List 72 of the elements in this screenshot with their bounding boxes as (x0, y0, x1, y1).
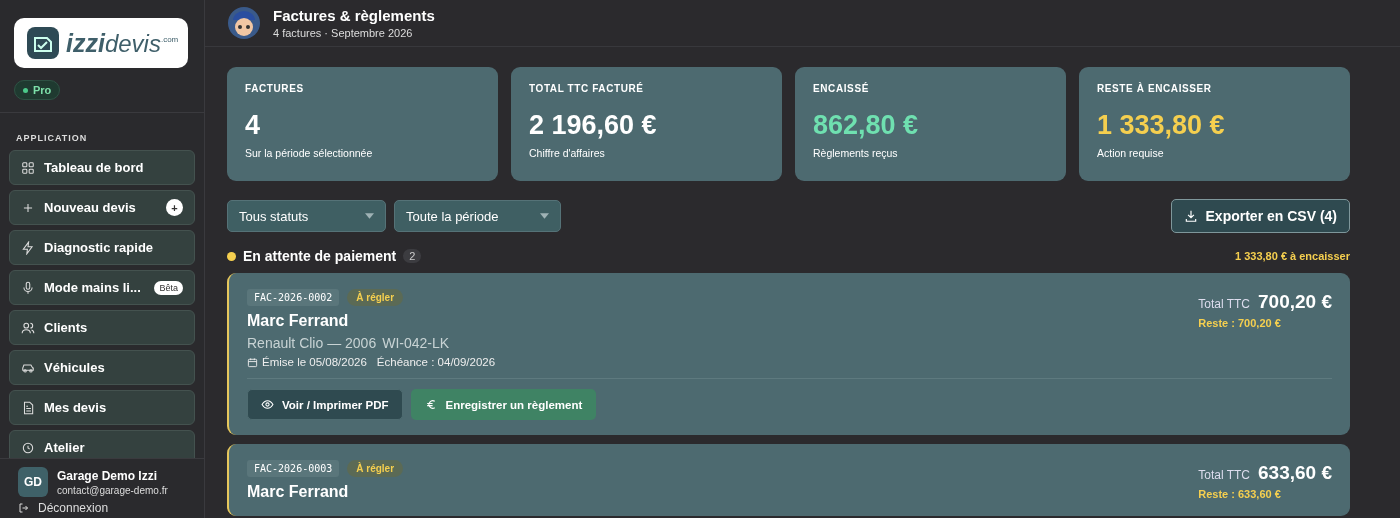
total-amount: 700,20 € (1258, 291, 1332, 313)
logout-icon (18, 502, 30, 514)
logo-text: izzi (66, 28, 105, 58)
remaining-amount: Reste : 700,20 € (1198, 317, 1282, 329)
export-button[interactable]: Exporter en CSV (4) (1170, 199, 1350, 233)
sidebar-item[interactable]: Véhicules (9, 350, 195, 385)
logout-link[interactable]: Déconnexion (18, 501, 186, 515)
record-payment-button[interactable]: Enregistrer un règlement (410, 389, 597, 420)
stat-value: 1 333,80 € (1097, 110, 1226, 141)
stat-label: TOTAL TTC FACTURÉ (529, 83, 645, 94)
stat-caption: Chiffre d'affaires (529, 147, 606, 159)
page-title: Factures & règlements (273, 7, 435, 24)
total-label: Total TTC (1198, 297, 1251, 311)
user-name: Garage Demo Izzi (57, 468, 159, 483)
stat-value: 2 196,60 € (529, 110, 658, 141)
page-subtitle: 4 factures · Septembre 2026 (273, 27, 414, 39)
user-email: contact@garage-demo.fr (57, 484, 168, 496)
microphone-icon (21, 280, 35, 295)
stat-caption: Règlements reçus (813, 147, 899, 159)
plate-text: WI-042-LK (382, 335, 450, 351)
status-badge: À régler (347, 460, 404, 477)
sidebar-item[interactable]: Mode mains li... Bêta (9, 270, 195, 305)
beta-badge: Bêta (154, 280, 183, 295)
stat-label: RESTE À ENCAISSER (1097, 83, 1213, 94)
sidebar-item[interactable]: Mes devis (9, 390, 195, 425)
stat-caption: Action requise (1097, 147, 1165, 159)
client-name: Marc Ferrand (247, 312, 350, 330)
group-title: En attente de paiement (243, 248, 397, 264)
download-icon (1183, 209, 1198, 223)
lightning-icon (21, 240, 35, 255)
issue-date: Émise le 05/08/2026 (262, 356, 367, 368)
document-icon (21, 400, 35, 415)
remaining-amount: Reste : 633,60 € (1198, 488, 1282, 500)
filter-dropdown[interactable]: Tous statuts (227, 200, 386, 232)
group-total: 1 333,80 € à encaisser (1235, 250, 1350, 262)
section-label: APPLICATION (15, 133, 89, 143)
view-pdf-button[interactable]: Voir / Imprimer PDF (247, 389, 403, 420)
sidebar-item[interactable]: Nouveau devis + (9, 190, 195, 225)
status-badge: À régler (347, 289, 404, 306)
logo-icon (26, 26, 60, 60)
users-icon (21, 320, 35, 335)
group-count: 2 (403, 249, 422, 263)
total-amount: 633,60 € (1258, 462, 1332, 484)
avatar-icon (227, 6, 261, 40)
clock-icon (21, 440, 35, 455)
filter-dropdown[interactable]: Toute la période (394, 200, 561, 232)
stat-value: 4 (245, 110, 262, 141)
stat-caption: Sur la période sélectionnée (245, 147, 374, 159)
sidebar-item[interactable]: Diagnostic rapide (9, 230, 195, 265)
caret-icon (365, 213, 374, 219)
stat-label: FACTURES (245, 83, 305, 94)
client-name: Marc Ferrand (247, 483, 350, 501)
sidebar-item[interactable]: Atelier (9, 430, 195, 458)
invoice-number: FAC-2026-0003 (247, 460, 340, 477)
grid-icon (21, 160, 35, 175)
total-label: Total TTC (1198, 468, 1251, 482)
sidebar-item[interactable]: Tableau de bord (9, 150, 195, 185)
caret-icon (540, 213, 549, 219)
eye-icon (261, 398, 274, 411)
user-avatar: GD (18, 467, 48, 497)
logo-text: .com (160, 34, 179, 44)
due-date: Échéance : 04/09/2026 (376, 356, 496, 368)
euro-icon (424, 398, 438, 411)
stat-value: 862,80 € (813, 110, 920, 141)
plan-badge: Pro (14, 80, 61, 100)
sidebar-item[interactable]: Clients (9, 310, 195, 345)
calendar-icon (247, 356, 258, 368)
stat-label: ENCAISSÉ (813, 83, 870, 94)
logo-text: devis (104, 29, 161, 58)
invoice-number: FAC-2026-0002 (247, 289, 340, 306)
vehicle-text: Renault Clio — 2006 (247, 335, 377, 351)
add-badge: + (166, 199, 183, 216)
